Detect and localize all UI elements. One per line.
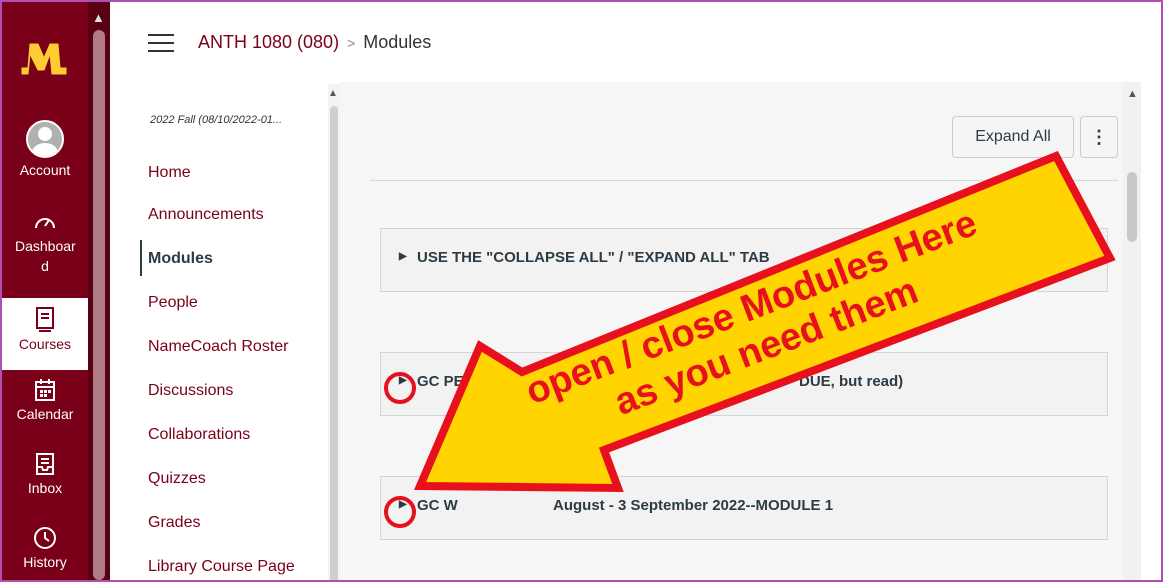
module-header[interactable]: ▶ USE THE "COLLAPSE ALL" / "EXPAND ALL" …	[380, 228, 1108, 292]
nav-inbox[interactable]: Inbox	[2, 452, 88, 512]
global-nav-scrollbar[interactable]: ▲	[88, 2, 110, 580]
scrollbar-thumb[interactable]	[93, 30, 105, 580]
hamburger-menu-icon[interactable]	[148, 34, 174, 52]
module-title-end: August - 3 September 2022--MODULE 1	[553, 497, 834, 514]
course-nav-namecoach-roster[interactable]: NameCoach Roster	[148, 338, 289, 356]
calendar-icon	[35, 379, 55, 401]
course-nav: 2022 Fall (08/10/2022-01... Home Announc…	[132, 84, 330, 580]
courses-icon	[36, 307, 54, 332]
browser-frame: Account Dashboar d Courses Calendar Inbo…	[0, 0, 1163, 582]
nav-calendar-label: Calendar	[16, 406, 74, 422]
divider	[370, 180, 1118, 181]
nav-courses-label: Courses	[18, 336, 72, 352]
dashboard-icon	[35, 218, 55, 229]
highlight-circle	[384, 496, 416, 528]
active-indicator	[140, 240, 142, 276]
course-nav-home[interactable]: Home	[148, 164, 191, 182]
nav-courses[interactable]: Courses	[2, 298, 88, 370]
inbox-icon	[36, 453, 54, 475]
breadcrumb-current-page: Modules	[363, 32, 432, 52]
course-nav-grades[interactable]: Grades	[148, 514, 200, 532]
university-logo[interactable]	[20, 40, 68, 76]
expand-triangle-icon[interactable]: ▶	[399, 251, 407, 262]
course-nav-scrollbar[interactable]: ▲	[328, 84, 340, 580]
account-avatar-icon	[26, 120, 64, 158]
breadcrumb-separator-icon: >	[347, 35, 356, 51]
scroll-up-icon[interactable]: ▲	[92, 10, 105, 25]
course-term: 2022 Fall (08/10/2022-01...	[150, 114, 283, 126]
module-title-ellipsis: ...	[1093, 249, 1106, 266]
module-title: GC PERFORM	[417, 373, 519, 390]
scroll-up-icon[interactable]: ▲	[1127, 88, 1138, 100]
course-nav-announcements[interactable]: Announcements	[148, 206, 264, 224]
global-nav: Account Dashboar d Courses Calendar Inbo…	[2, 2, 88, 580]
nav-inbox-label: Inbox	[27, 480, 63, 496]
content-scrollbar[interactable]: ▲	[1123, 82, 1141, 580]
scrollbar-thumb[interactable]	[330, 106, 338, 580]
nav-account[interactable]: Account	[2, 120, 88, 190]
scroll-up-icon[interactable]: ▲	[328, 88, 338, 99]
nav-history-label: History	[23, 554, 67, 570]
course-nav-people[interactable]: People	[148, 294, 198, 312]
course-nav-collaborations[interactable]: Collaborations	[148, 426, 250, 444]
nav-history[interactable]: History	[2, 526, 88, 580]
highlight-circle	[384, 372, 416, 404]
breadcrumb-course-link[interactable]: ANTH 1080 (080)	[198, 32, 339, 52]
breadcrumb: ANTH 1080 (080) > Modules	[198, 32, 431, 53]
course-nav-library-course-page[interactable]: Library Course Page	[148, 558, 295, 576]
course-nav-discussions[interactable]: Discussions	[148, 382, 233, 400]
nav-calendar[interactable]: Calendar	[2, 378, 88, 438]
history-icon	[34, 527, 56, 549]
nav-dashboard-label: Dashboar d	[15, 238, 76, 274]
page-header: ANTH 1080 (080) > Modules	[112, 2, 1161, 82]
module-title: USE THE "COLLAPSE ALL" / "EXPAND ALL" TA…	[417, 249, 770, 266]
module-header[interactable]: ▶ GC PERFORM DUE, but read)	[380, 352, 1108, 416]
nav-account-label: Account	[19, 162, 71, 178]
course-nav-modules[interactable]: Modules	[148, 250, 213, 268]
module-header[interactable]: ▶ GC W August - 3 September 2022--MODULE…	[380, 476, 1108, 540]
module-title-end: DUE, but read)	[799, 373, 904, 390]
expand-all-button[interactable]: Expand All	[952, 116, 1074, 158]
module-title: GC W	[417, 497, 458, 514]
nav-dashboard[interactable]: Dashboar d	[2, 212, 88, 282]
course-nav-quizzes[interactable]: Quizzes	[148, 470, 206, 488]
more-options-icon[interactable]: ⋮	[1080, 116, 1118, 158]
scrollbar-thumb[interactable]	[1127, 172, 1137, 242]
